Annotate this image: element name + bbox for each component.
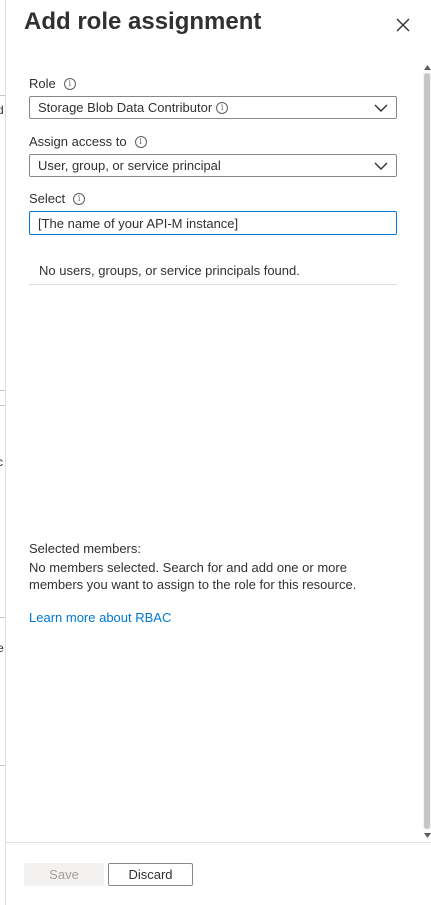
role-label: Role: [29, 76, 56, 91]
role-label-row: Role i: [29, 76, 76, 91]
close-button[interactable]: [392, 14, 414, 36]
role-dropdown-value: Storage Blob Data Contributor: [38, 100, 213, 115]
info-icon[interactable]: i: [73, 192, 86, 205]
scroll-up-arrow-icon[interactable]: [423, 63, 431, 71]
role-dropdown[interactable]: Storage Blob Data Contributor i: [29, 96, 397, 119]
select-label: Select: [29, 191, 66, 206]
add-role-assignment-blade: Add role assignment Role i Storage Blob …: [6, 0, 431, 905]
background-text-fragment: c: [0, 455, 3, 469]
info-icon[interactable]: i: [134, 135, 147, 148]
assign-access-label: Assign access to: [29, 134, 127, 149]
background-divider: [0, 617, 5, 618]
assign-access-dropdown[interactable]: User, group, or service principal: [29, 154, 397, 177]
selected-members-heading: Selected members:: [29, 541, 141, 556]
background-divider: [0, 765, 5, 766]
background-text-fragment: d: [0, 103, 4, 117]
save-button[interactable]: Save: [24, 863, 104, 886]
discard-button[interactable]: Discard: [108, 863, 193, 886]
selected-members-description: No members selected. Search for and add …: [29, 560, 357, 592]
chevron-down-icon: [374, 104, 388, 112]
background-divider: [0, 390, 5, 391]
background-text-fragment: e: [0, 641, 4, 655]
close-icon: [396, 18, 410, 32]
scroll-down-arrow-icon[interactable]: [423, 831, 431, 839]
info-icon[interactable]: i: [63, 77, 76, 90]
select-label-row: Select i: [29, 191, 86, 206]
learn-more-rbac-link[interactable]: Learn more about RBAC: [29, 610, 171, 625]
results-divider: [29, 284, 397, 285]
footer-divider: [6, 842, 431, 843]
background-divider: [0, 405, 5, 406]
role-dropdown-value-row: Storage Blob Data Contributor i: [38, 100, 229, 115]
chevron-down-icon: [374, 162, 388, 170]
info-icon[interactable]: i: [216, 101, 229, 114]
background-divider: [0, 95, 5, 96]
assign-access-label-row: Assign access to i: [29, 134, 147, 149]
assign-access-dropdown-value: User, group, or service principal: [38, 158, 221, 173]
vertical-scrollbar[interactable]: [423, 63, 431, 839]
blade-title: Add role assignment: [24, 8, 262, 35]
select-search-input[interactable]: [29, 211, 397, 235]
results-empty-text: No users, groups, or service principals …: [39, 263, 300, 278]
scrollbar-thumb[interactable]: [424, 73, 430, 829]
